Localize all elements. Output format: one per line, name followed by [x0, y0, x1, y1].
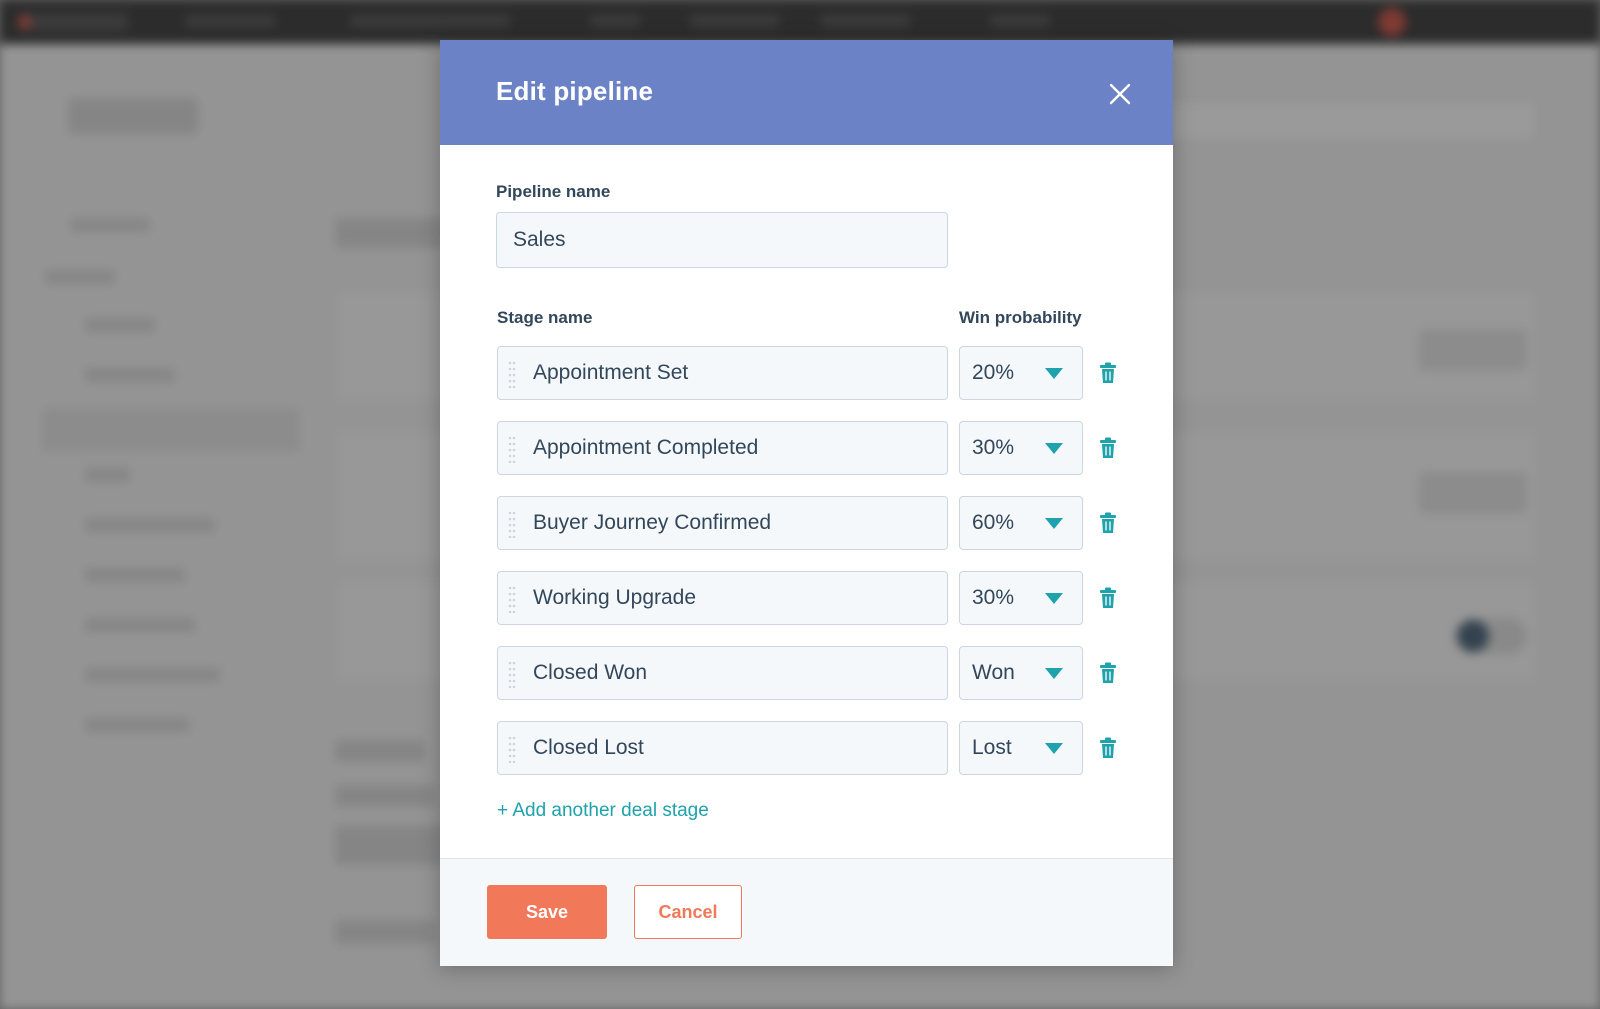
modal-footer: Save Cancel: [440, 858, 1173, 966]
stage-row: Lost: [497, 721, 1147, 775]
save-button[interactable]: Save: [487, 885, 607, 939]
caret-down-icon: [1045, 443, 1063, 454]
drag-handle-icon[interactable]: [508, 510, 516, 538]
drag-handle-icon[interactable]: [508, 435, 516, 463]
stage-row: 30%: [497, 571, 1147, 625]
drag-handle-icon[interactable]: [508, 585, 516, 613]
stage-name-field: [497, 496, 948, 550]
win-probability-select[interactable]: 30%: [959, 571, 1083, 625]
stage-name-input[interactable]: [533, 422, 933, 474]
win-probability-value: Lost: [972, 736, 1012, 759]
delete-stage-icon[interactable]: [1099, 737, 1117, 759]
stage-name-field: [497, 346, 948, 400]
modal-header: Edit pipeline: [440, 40, 1173, 145]
win-probability-value: 30%: [972, 586, 1015, 609]
close-icon: [1109, 83, 1131, 105]
stage-row: 60%: [497, 496, 1147, 550]
delete-stage-icon[interactable]: [1099, 587, 1117, 609]
drag-handle-icon[interactable]: [508, 360, 516, 388]
win-probability-value: 20%: [972, 361, 1015, 384]
stage-name-field: [497, 421, 948, 475]
stage-name-header: Stage name: [497, 308, 593, 327]
stage-name-input[interactable]: [533, 497, 933, 549]
win-probability-select[interactable]: Lost: [959, 721, 1083, 775]
pipeline-name-input[interactable]: [496, 212, 948, 268]
stage-name-input[interactable]: [533, 647, 933, 699]
caret-down-icon: [1045, 743, 1063, 754]
stage-row: 20%: [497, 346, 1147, 400]
drag-handle-icon[interactable]: [508, 735, 516, 763]
win-probability-select[interactable]: 20%: [959, 346, 1083, 400]
win-probability-select[interactable]: Won: [959, 646, 1083, 700]
stage-name-input[interactable]: [533, 722, 933, 774]
stage-name-field: [497, 646, 948, 700]
win-probability-value: 30%: [972, 436, 1015, 459]
delete-stage-icon[interactable]: [1099, 362, 1117, 384]
caret-down-icon: [1045, 593, 1063, 604]
edit-pipeline-modal: Edit pipeline Pipeline name Stage name W…: [440, 40, 1173, 966]
caret-down-icon: [1045, 368, 1063, 379]
delete-stage-icon[interactable]: [1099, 662, 1117, 684]
close-button[interactable]: [1106, 80, 1134, 108]
delete-stage-icon[interactable]: [1099, 512, 1117, 534]
win-probability-header: Win probability: [959, 308, 1082, 327]
drag-handle-icon[interactable]: [508, 660, 516, 688]
caret-down-icon: [1045, 518, 1063, 529]
win-probability-value: 60%: [972, 511, 1015, 534]
stage-name-field: [497, 721, 948, 775]
win-probability-value: Won: [972, 661, 1015, 684]
add-deal-stage-link[interactable]: + Add another deal stage: [497, 800, 709, 822]
stage-name-input[interactable]: [533, 347, 933, 399]
stage-row: 30%: [497, 421, 1147, 475]
stage-name-input[interactable]: [533, 572, 933, 624]
stage-name-field: [497, 571, 948, 625]
stage-row: Won: [497, 646, 1147, 700]
caret-down-icon: [1045, 668, 1063, 679]
cancel-button[interactable]: Cancel: [634, 885, 742, 939]
win-probability-select[interactable]: 30%: [959, 421, 1083, 475]
delete-stage-icon[interactable]: [1099, 437, 1117, 459]
modal-title: Edit pipeline: [496, 76, 654, 106]
pipeline-name-label: Pipeline name: [496, 182, 611, 201]
win-probability-select[interactable]: 60%: [959, 496, 1083, 550]
